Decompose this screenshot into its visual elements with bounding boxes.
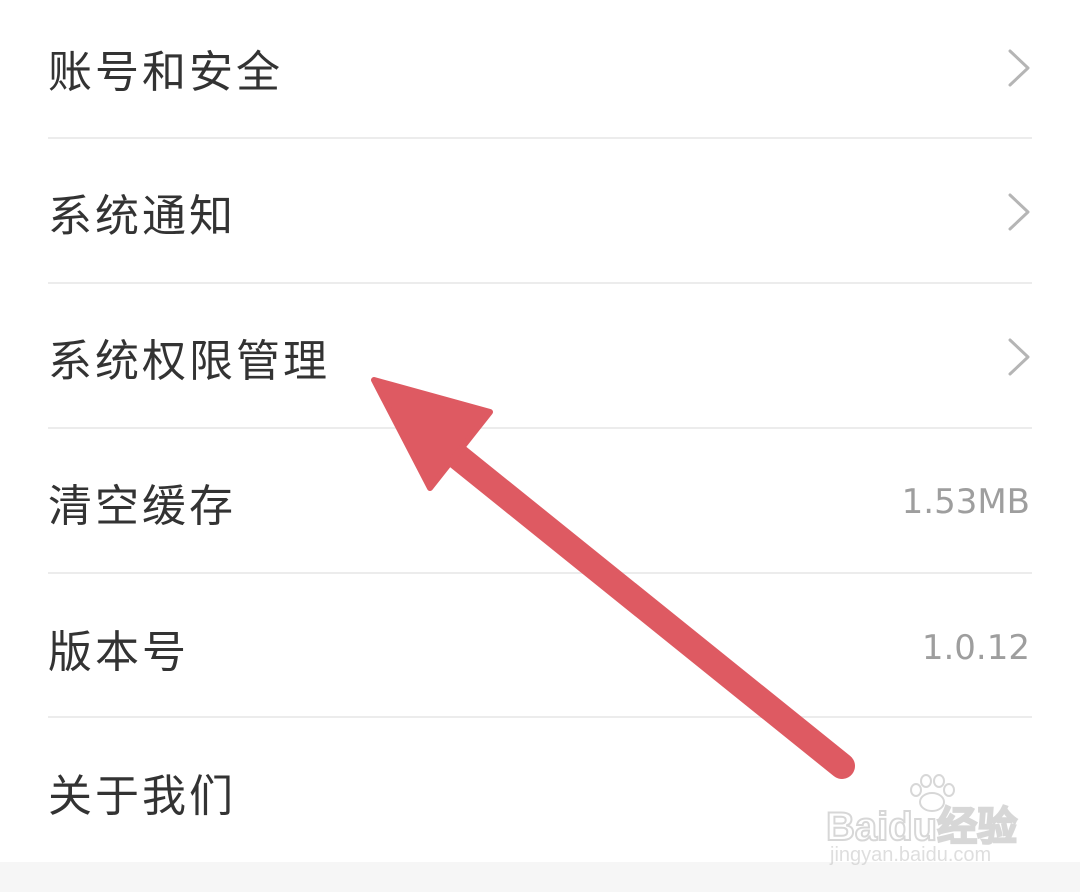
watermark-site: jingyan.baidu.com xyxy=(830,844,992,866)
settings-item-label: 账号和安全 xyxy=(48,47,283,98)
settings-item-system-notification[interactable]: 系统通知 xyxy=(0,140,1080,284)
settings-item-permission-management[interactable]: 系统权限管理 xyxy=(0,285,1080,429)
divider xyxy=(48,716,1032,718)
settings-item-label: 版本号 xyxy=(48,627,189,678)
settings-item-label: 关于我们 xyxy=(48,771,236,822)
chevron-right-icon xyxy=(1008,49,1030,87)
settings-page: 账号和安全 系统通知 系统权限管理 清空缓存 1.53MB 版本号 1.0.12… xyxy=(0,0,1080,892)
settings-item-label: 清空缓存 xyxy=(48,481,236,532)
settings-item-label: 系统通知 xyxy=(48,191,236,242)
chevron-right-icon xyxy=(1008,193,1030,231)
chevron-right-icon xyxy=(1008,338,1030,376)
version-value: 1.0.12 xyxy=(921,628,1030,668)
settings-item-version: 版本号 1.0.12 xyxy=(0,576,1080,720)
baidu-watermark: Baidu经验 jingyan.baidu.com xyxy=(825,774,1026,870)
divider xyxy=(48,137,1032,139)
divider xyxy=(48,572,1032,574)
cache-size-value: 1.53MB xyxy=(901,482,1030,522)
settings-item-account-security[interactable]: 账号和安全 xyxy=(0,0,1080,140)
settings-item-label: 系统权限管理 xyxy=(48,336,330,387)
settings-item-clear-cache[interactable]: 清空缓存 1.53MB xyxy=(0,430,1080,574)
divider xyxy=(48,282,1032,284)
divider xyxy=(48,427,1032,429)
